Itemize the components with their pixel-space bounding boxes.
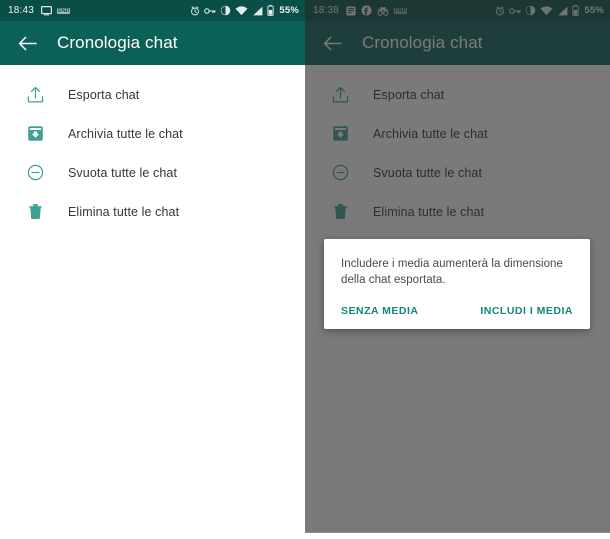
status-system-icons: 55% [190,5,299,16]
archive-icon [24,123,46,145]
export-media-dialog: Includere i media aumenterà la dimension… [324,239,590,329]
list-item-label: Elimina tutte le chat [68,204,180,219]
screenshot-root: 18:43 DND 55% Cronologia chat Esporta ch… [0,0,610,539]
dialog-message: Includere i media aumenterà la dimension… [341,258,563,286]
includi-i-media-button[interactable]: INCLUDI I MEDIA [480,305,573,317]
panel-bottom-border [305,532,610,533]
list-item-elimina-tutte-le-chat[interactable]: Elimina tutte le chat [0,192,305,231]
phone-screen-right: 18:38 DND [305,0,610,533]
battery-percent: 55% [279,5,299,16]
app-bar: Cronologia chat [0,21,305,65]
clear-icon [24,162,46,184]
export-icon [24,84,46,106]
list-item-label: Svuota tutte le chat [68,165,178,180]
list-item-svuota-tutte-le-chat[interactable]: Svuota tutte le chat [0,153,305,192]
dialog-actions: SENZA MEDIA INCLUDI I MEDIA [341,288,573,329]
page-title: Cronologia chat [57,33,178,52]
senza-media-button[interactable]: SENZA MEDIA [341,305,418,317]
list-item-label: Archivia tutte le chat [68,126,183,141]
battery-icon [267,5,274,16]
status-clock: 18:43 [8,5,35,16]
key-icon [204,7,217,15]
list-item-esporta-chat[interactable]: Esporta chat [0,75,305,114]
alarm-icon [190,5,200,16]
list-item-archivia-tutte-le-chat[interactable]: Archivia tutte le chat [0,114,305,153]
vibrate-icon [220,5,231,16]
phone-screen-left: 18:43 DND 55% Cronologia chat Esporta ch… [0,0,305,539]
trash-icon [24,201,46,223]
back-arrow-icon[interactable] [16,32,38,54]
dnd-icon: DND [57,7,71,14]
status-bar: 18:43 DND 55% [0,0,305,21]
wifi-icon [235,5,248,16]
monitor-icon [41,5,53,16]
list-item-label: Esporta chat [68,87,140,102]
status-notification-icons: DND [41,5,71,16]
signal-icon [252,6,263,16]
settings-list: Esporta chat Archivia tutte le chat Svuo… [0,65,305,231]
